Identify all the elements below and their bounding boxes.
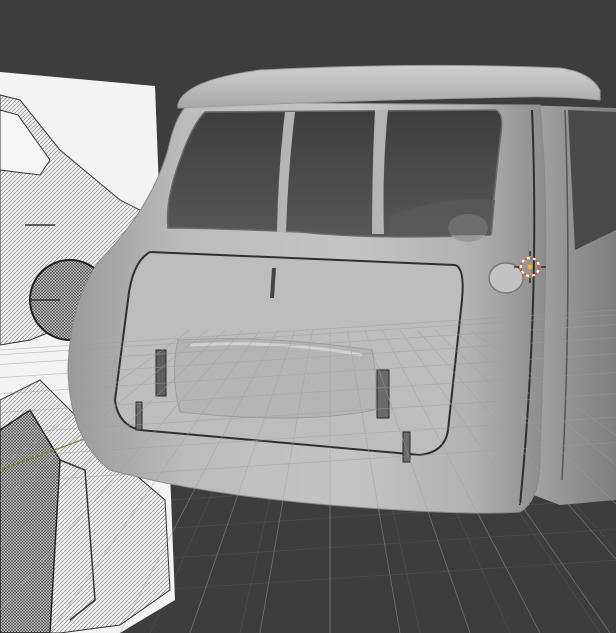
3d-viewport[interactable] xyxy=(0,0,616,633)
